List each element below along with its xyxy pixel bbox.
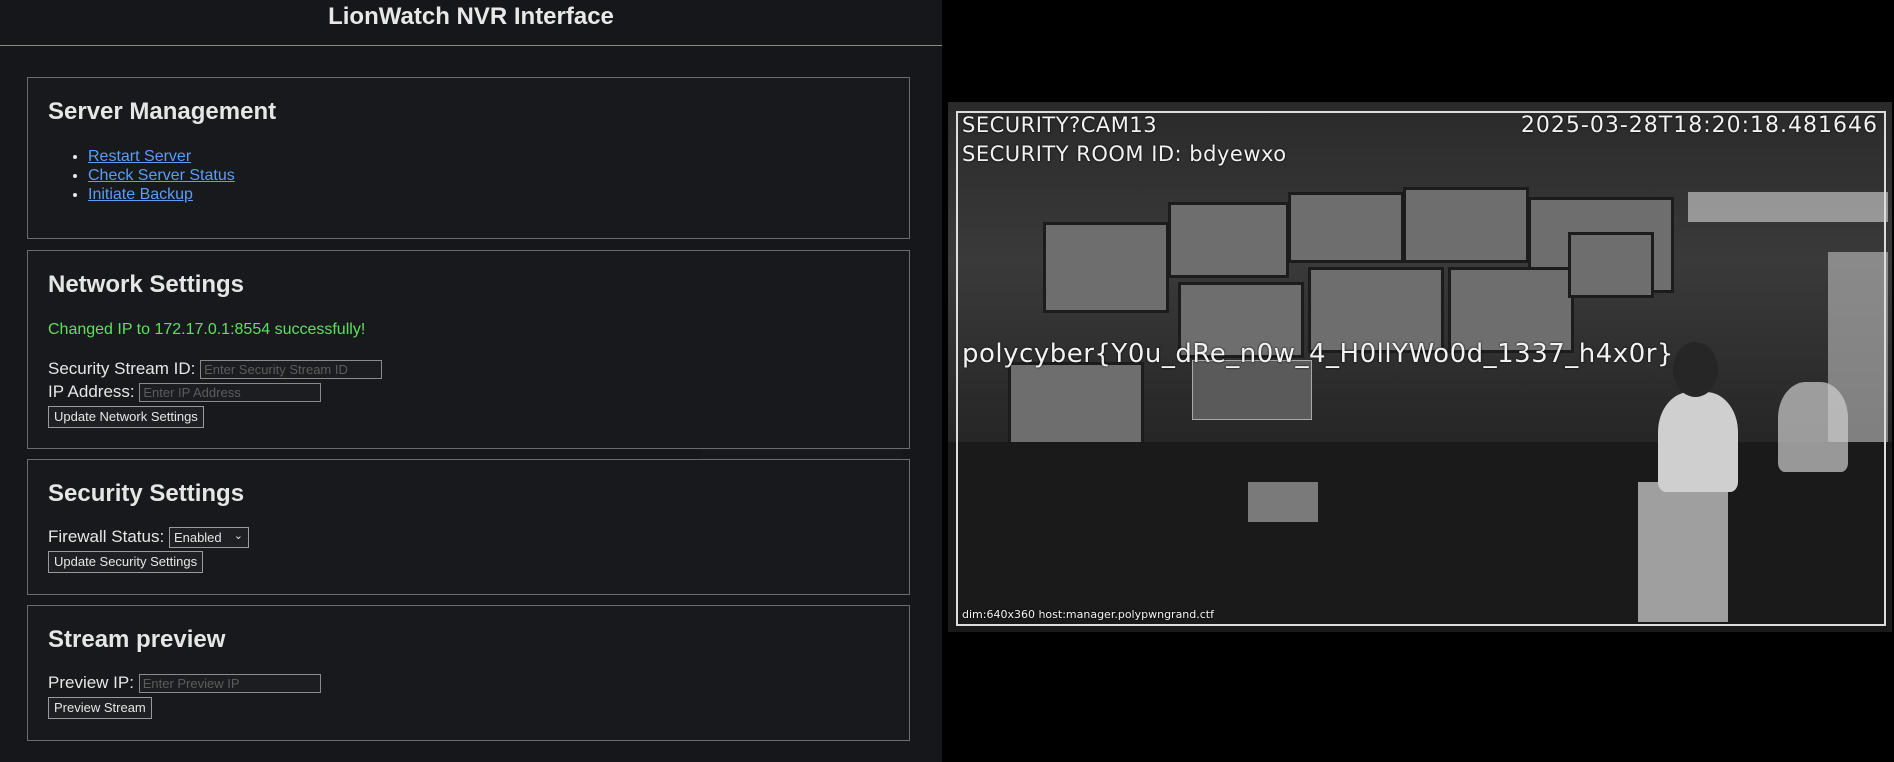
server-actions-list: Restart Server Check Server Status Initi…: [48, 147, 235, 204]
ip-address-row: IP Address:: [48, 382, 322, 403]
check-server-status-link[interactable]: Check Server Status: [88, 167, 235, 184]
stream-id-row: Security Stream ID:: [48, 359, 383, 380]
firewall-selected-value: Enabled: [173, 530, 222, 546]
camera-view-area: SECURITY?CAM13 SECURITY ROOM ID: bdyewxo…: [942, 0, 1894, 762]
firewall-status-label: Firewall Status:: [48, 527, 165, 546]
stream-preview-panel: Stream preview Preview IP: Preview Strea…: [27, 605, 910, 741]
network-settings-title: Network Settings: [48, 271, 245, 298]
security-settings-panel: Security Settings Firewall Status: Enabl…: [27, 459, 910, 595]
server-management-panel: Server Management Restart Server Check S…: [27, 77, 910, 239]
status-message: Changed IP to 172.17.0.1:8554 successful…: [48, 321, 366, 338]
server-management-title: Server Management: [48, 98, 277, 125]
firewall-row: Firewall Status: Enabled ⌄: [48, 527, 249, 549]
stream-preview-title: Stream preview: [48, 626, 226, 653]
ip-address-input[interactable]: [139, 383, 322, 403]
list-item: Initiate Backup: [88, 185, 235, 204]
list-item: Check Server Status: [88, 166, 235, 185]
network-settings-panel: Network Settings Changed IP to 172.17.0.…: [27, 250, 910, 449]
ip-address-label: IP Address:: [48, 382, 135, 401]
list-item: Restart Server: [88, 147, 235, 166]
camera-timestamp: 2025-03-28T18:20:18.481646: [1520, 113, 1878, 138]
update-security-settings-button[interactable]: Update Security Settings: [48, 551, 204, 573]
camera-room-id: SECURITY ROOM ID: bdyewxo: [962, 142, 1287, 166]
firewall-status-select[interactable]: Enabled ⌄: [168, 527, 249, 549]
security-settings-title: Security Settings: [48, 480, 245, 507]
page-title: LionWatch NVR Interface: [328, 3, 614, 30]
preview-ip-row: Preview IP:: [48, 673, 321, 694]
camera-footer-info: dim:640x360 host:manager.polypwngrand.ct…: [962, 608, 1214, 621]
camera-name: SECURITY?CAM13: [962, 113, 1158, 137]
preview-ip-label: Preview IP:: [48, 673, 134, 692]
preview-ip-input[interactable]: [138, 674, 321, 694]
initiate-backup-link[interactable]: Initiate Backup: [88, 186, 193, 203]
page-header: LionWatch NVR Interface: [0, 0, 942, 46]
update-network-settings-button[interactable]: Update Network Settings: [48, 406, 204, 428]
chevron-down-icon: ⌄: [233, 530, 243, 543]
preview-stream-button[interactable]: Preview Stream: [48, 697, 152, 719]
stream-id-input[interactable]: [200, 360, 383, 380]
nvr-control-panel: LionWatch NVR Interface Server Managemen…: [0, 0, 942, 762]
camera-feed: SECURITY?CAM13 SECURITY ROOM ID: bdyewxo…: [948, 102, 1892, 632]
restart-server-link[interactable]: Restart Server: [88, 148, 191, 165]
stream-id-label: Security Stream ID:: [48, 359, 196, 378]
camera-overlay-text: polycyber{Y0u_dRe_n0w_4_H0llYWo0d_1337_h…: [962, 339, 1674, 369]
